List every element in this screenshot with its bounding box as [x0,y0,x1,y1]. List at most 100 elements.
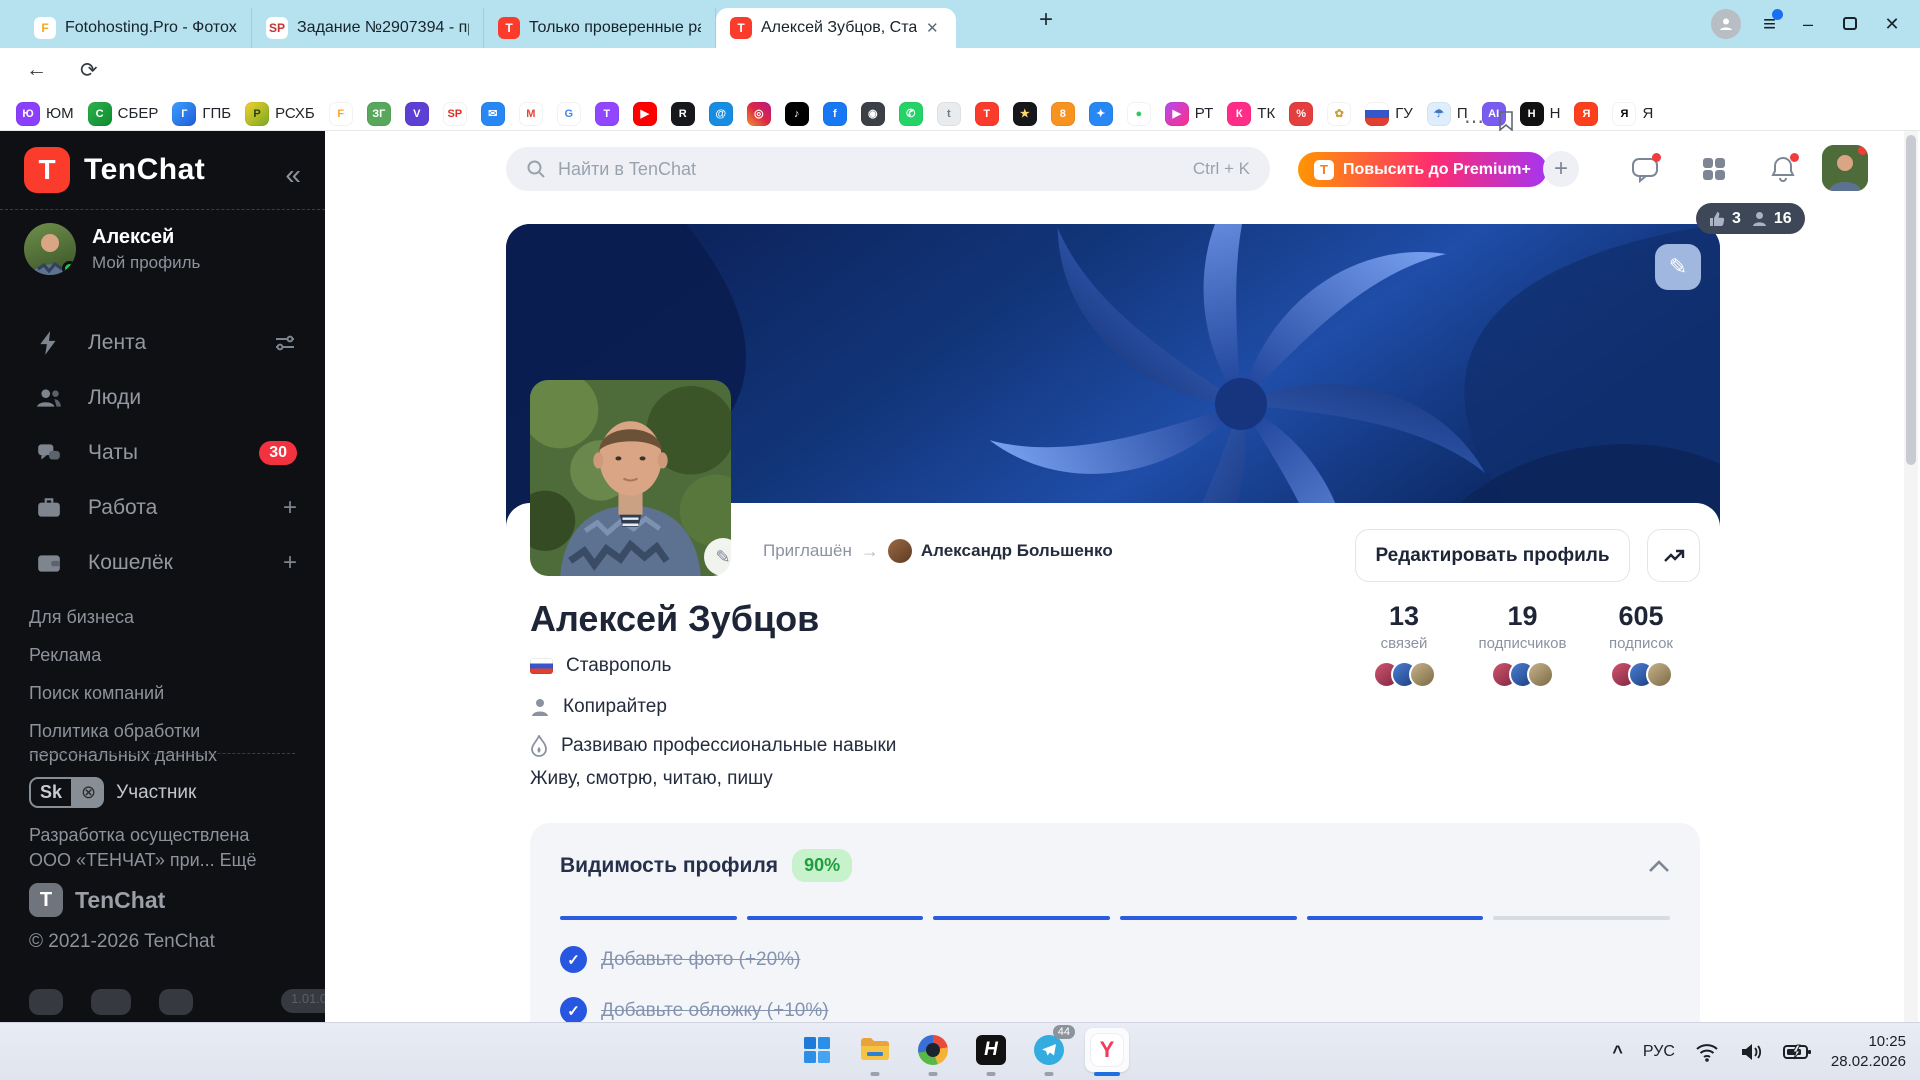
notifications-bell-icon[interactable] [1769,155,1797,183]
bookmark-item[interactable]: ЗГ [367,102,391,126]
search-bar[interactable]: Ctrl + K [506,147,1270,191]
create-post-button[interactable]: + [1543,151,1579,187]
bookmark-item[interactable]: T [975,102,999,126]
bookmark-item[interactable]: ♪ [785,102,809,126]
store-badge-icon[interactable] [159,989,193,1015]
bookmark-item[interactable]: G [557,102,581,126]
stat-column[interactable]: 605 подписок [1582,601,1700,688]
telegram-icon[interactable]: 44 [1027,1028,1071,1072]
bookmark-item[interactable]: ◎ [747,102,771,126]
bookmark-item[interactable]: M [519,102,543,126]
tray-expand-caret[interactable]: ^ [1612,1042,1623,1063]
edit-cover-button[interactable]: ✎ [1655,244,1701,290]
checklist-item[interactable]: ✓ Добавьте фото (+20%) [560,946,1670,973]
tab-profile-active[interactable]: T Алексей Зубцов, Став ✕ [716,8,956,48]
bookmark-item[interactable]: ГУ [1365,102,1413,126]
sidebar-link[interactable]: Для бизнеса [29,605,289,629]
scrollbar-thumb[interactable] [1906,135,1916,465]
profile-stats-button[interactable] [1647,529,1700,582]
sidebar-item-lyudi[interactable]: Люди [0,370,325,425]
bookmark-item[interactable]: ✆ [899,102,923,126]
bookmark-item[interactable]: Я [1574,102,1598,126]
add-job-icon[interactable]: + [283,494,297,522]
tab-proverennye[interactable]: T Только проверенные раб [484,8,716,48]
bookmark-item[interactable]: ✦ [1089,102,1113,126]
bookmark-item[interactable]: ▶ РТ [1165,102,1214,126]
reactions-counter[interactable]: 3 16 [1696,203,1805,234]
browser-menu-icon[interactable]: ≡ [1763,11,1776,37]
battery-icon[interactable] [1783,1043,1811,1061]
bookmark-item[interactable]: f [823,102,847,126]
bookmark-item[interactable]: ✿ [1327,102,1351,126]
bookmark-item[interactable]: 8 [1051,102,1075,126]
volume-icon[interactable] [1739,1042,1763,1062]
tab-zadanie[interactable]: SP Задание №2907394 - прос [252,8,484,48]
bookmark-icon[interactable] [1498,111,1514,131]
sidebar-collapse-icon[interactable]: « [285,159,301,191]
bookmark-item[interactable]: ★ [1013,102,1037,126]
bookmark-item[interactable]: К ТК [1227,102,1275,126]
close-button[interactable]: ✕ [1882,14,1902,35]
wifi-icon[interactable] [1695,1042,1719,1062]
apps-grid-icon[interactable] [1700,155,1728,183]
bookmark-item[interactable]: T [595,102,619,126]
bookmark-item[interactable]: ● [1127,102,1151,126]
edit-photo-button[interactable]: ✎ [704,538,742,576]
bookmark-item[interactable]: Я Я [1612,102,1653,126]
sidebar-link[interactable]: Политика обработки персональных данных [29,719,289,767]
store-badge-icon[interactable] [91,989,131,1015]
bookmark-item[interactable]: % [1289,102,1313,126]
maximize-button[interactable] [1840,14,1860,35]
bookmark-item[interactable]: @ [709,102,733,126]
hh-app-icon[interactable]: H [969,1028,1013,1072]
browser-profile-avatar[interactable] [1711,9,1741,39]
sidebar-link[interactable]: Реклама [29,643,289,667]
search-input[interactable] [558,159,1181,180]
stat-column[interactable]: 19 подписчиков [1464,601,1582,688]
bookmark-item[interactable]: ✉ [481,102,505,126]
bookmark-item[interactable]: R [671,102,695,126]
bookmark-item[interactable]: ▶ [633,102,657,126]
premium-button[interactable]: T Повысить до Premium+ [1298,152,1547,187]
sidebar-link[interactable]: Поиск компаний [29,681,289,705]
bookmark-item[interactable]: Ю ЮМ [16,102,74,126]
sidebar-profile[interactable]: Алексей Мой профиль [24,223,200,275]
profile-photo[interactable] [530,380,731,576]
bookmark-item[interactable]: ☂ П [1427,102,1468,126]
bookmark-item[interactable]: С СБЕР [88,102,159,126]
sidebar-item-koshelek[interactable]: Кошелёк + [0,535,325,590]
bookmark-item[interactable]: V [405,102,429,126]
bookmark-item[interactable]: t [937,102,961,126]
bookmark-item[interactable]: Р РСХБ [245,102,315,126]
bookmark-item[interactable]: H Н [1520,102,1561,126]
file-explorer-icon[interactable] [853,1028,897,1072]
tenchat-brand[interactable]: T TenChat [24,147,205,193]
tab-close-icon[interactable]: ✕ [926,19,942,37]
language-indicator[interactable]: РУС [1643,1043,1675,1061]
yandex-browser-icon[interactable]: Y [1085,1028,1129,1072]
tab-fotohosting[interactable]: F Fotohosting.Pro - Фотохос [20,8,252,48]
messages-icon[interactable] [1631,155,1659,183]
bookmark-item[interactable]: F [329,102,353,126]
add-wallet-icon[interactable]: + [283,549,297,577]
reload-button[interactable]: ⟳ [80,58,98,83]
start-button[interactable] [795,1028,839,1072]
edit-profile-button[interactable]: Редактировать профиль [1355,529,1630,582]
minimize-button[interactable]: – [1798,14,1818,35]
header-avatar[interactable] [1822,145,1868,191]
dev-note[interactable]: Разработка осуществлена ООО «ТЕНЧАТ» при… [29,823,274,873]
bookmark-item[interactable]: Г ГПБ [172,102,231,126]
checklist-item[interactable]: ✓ Добавьте обложку (+10%) [560,997,1670,1022]
new-tab-button[interactable]: + [1030,4,1062,36]
sidebar-item-lenta[interactable]: Лента [0,315,325,370]
clock[interactable]: 10:25 28.02.2026 [1831,1032,1906,1072]
bookmark-item[interactable]: SP [443,102,467,126]
stat-column[interactable]: 13 связей [1345,601,1463,688]
inviter-name[interactable]: Александр Большенко [921,541,1113,561]
page-scrollbar[interactable] [1904,131,1918,1022]
sidebar-item-chaty[interactable]: Чаты 30 [0,425,325,480]
more-actions-icon[interactable]: ⋯ [1464,109,1484,134]
bookmark-item[interactable]: ◉ [861,102,885,126]
sidebar-item-rabota[interactable]: Работа + [0,480,325,535]
back-button[interactable]: ← [26,58,47,82]
